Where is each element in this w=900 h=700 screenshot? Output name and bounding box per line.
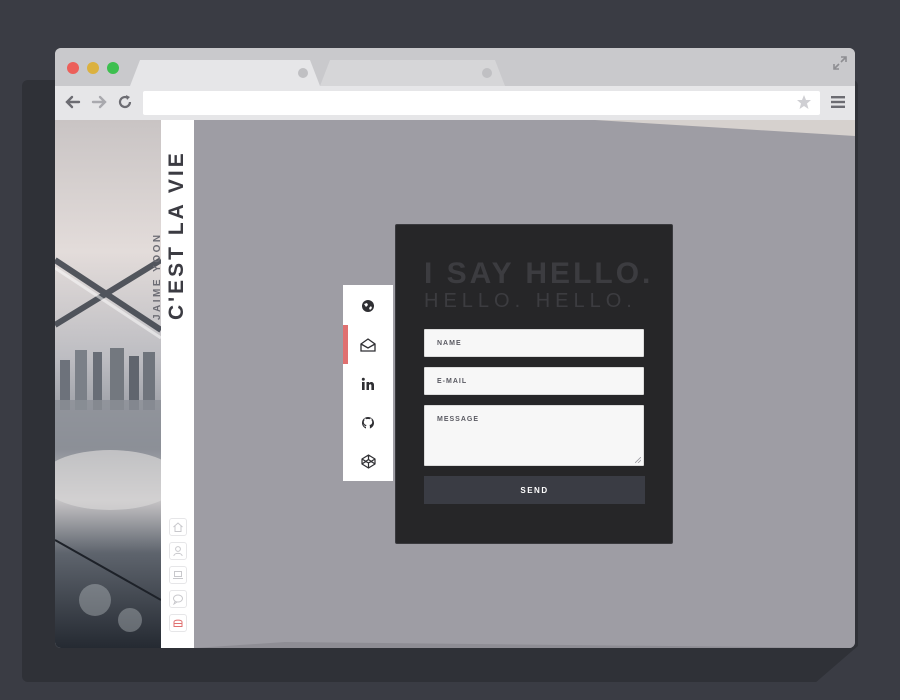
hamburger-menu-icon[interactable] — [831, 96, 845, 108]
social-github-button[interactable] — [343, 403, 393, 442]
nav-home-button[interactable] — [169, 518, 187, 536]
city-photo — [55, 120, 161, 648]
laptop-icon — [173, 571, 183, 579]
codepen-icon — [360, 454, 376, 469]
social-email-button[interactable] — [343, 325, 393, 364]
arrow-right-icon[interactable] — [89, 92, 109, 112]
social-links-bar — [343, 285, 393, 481]
chat-icon — [173, 594, 183, 605]
user-icon — [173, 546, 183, 557]
social-website-button[interactable] — [343, 286, 393, 325]
github-icon — [362, 416, 374, 428]
send-button[interactable]: SEND — [424, 476, 645, 504]
tab-active[interactable] — [130, 60, 320, 86]
nav-work-button[interactable] — [169, 566, 187, 584]
nav-blog-button[interactable] — [169, 590, 187, 608]
browser-toolbar — [55, 86, 855, 120]
name-placeholder: NAME — [437, 340, 462, 347]
email-placeholder: E-MAIL — [437, 378, 468, 385]
resize-grip-icon[interactable] — [635, 457, 641, 463]
home-icon — [173, 522, 183, 532]
title-bar — [55, 48, 855, 86]
nav-about-button[interactable] — [169, 542, 187, 560]
maximize-window-button[interactable] — [107, 62, 119, 74]
contact-heading: I SAY HELLO. — [424, 257, 654, 290]
reload-icon[interactable] — [115, 92, 135, 112]
tab-inactive[interactable] — [320, 60, 505, 86]
page-content: C'EST LA VIE JAIME YOON I SAY HELLO. HEL… — [55, 120, 855, 648]
sidebar: C'EST LA VIE JAIME YOON — [152, 120, 194, 648]
expand-icon[interactable] — [833, 56, 847, 70]
sidebar-title-wrap: C'EST LA VIE JAIME YOON — [152, 130, 189, 330]
sidebar-nav — [169, 518, 189, 638]
author-name: JAIME YOON — [152, 232, 163, 320]
nav-contact-button[interactable] — [169, 614, 187, 632]
star-icon[interactable] — [796, 94, 812, 110]
social-linkedin-button[interactable] — [343, 364, 393, 403]
envelope-icon — [360, 337, 376, 352]
close-window-button[interactable] — [67, 62, 79, 74]
browser-window: C'EST LA VIE JAIME YOON I SAY HELLO. HEL… — [55, 48, 855, 648]
linkedin-icon — [361, 377, 374, 390]
tab-close-icon[interactable] — [482, 68, 492, 78]
site-title: C'EST LA VIE — [165, 150, 188, 320]
email-field[interactable]: E-MAIL — [424, 367, 644, 395]
tab-close-icon[interactable] — [298, 68, 308, 78]
contact-card: I SAY HELLO. HELLO. HELLO. NAME E-MAIL M… — [395, 224, 673, 544]
address-bar[interactable] — [143, 91, 820, 115]
globe-icon — [362, 299, 374, 312]
message-placeholder: MESSAGE — [437, 416, 480, 423]
mailbox-icon — [173, 619, 183, 627]
contact-subheading: HELLO. HELLO. — [424, 290, 637, 312]
arrow-left-icon[interactable] — [63, 92, 83, 112]
minimize-window-button[interactable] — [87, 62, 99, 74]
message-field[interactable]: MESSAGE — [424, 405, 644, 466]
social-codepen-button[interactable] — [343, 442, 393, 481]
name-field[interactable]: NAME — [424, 329, 644, 357]
